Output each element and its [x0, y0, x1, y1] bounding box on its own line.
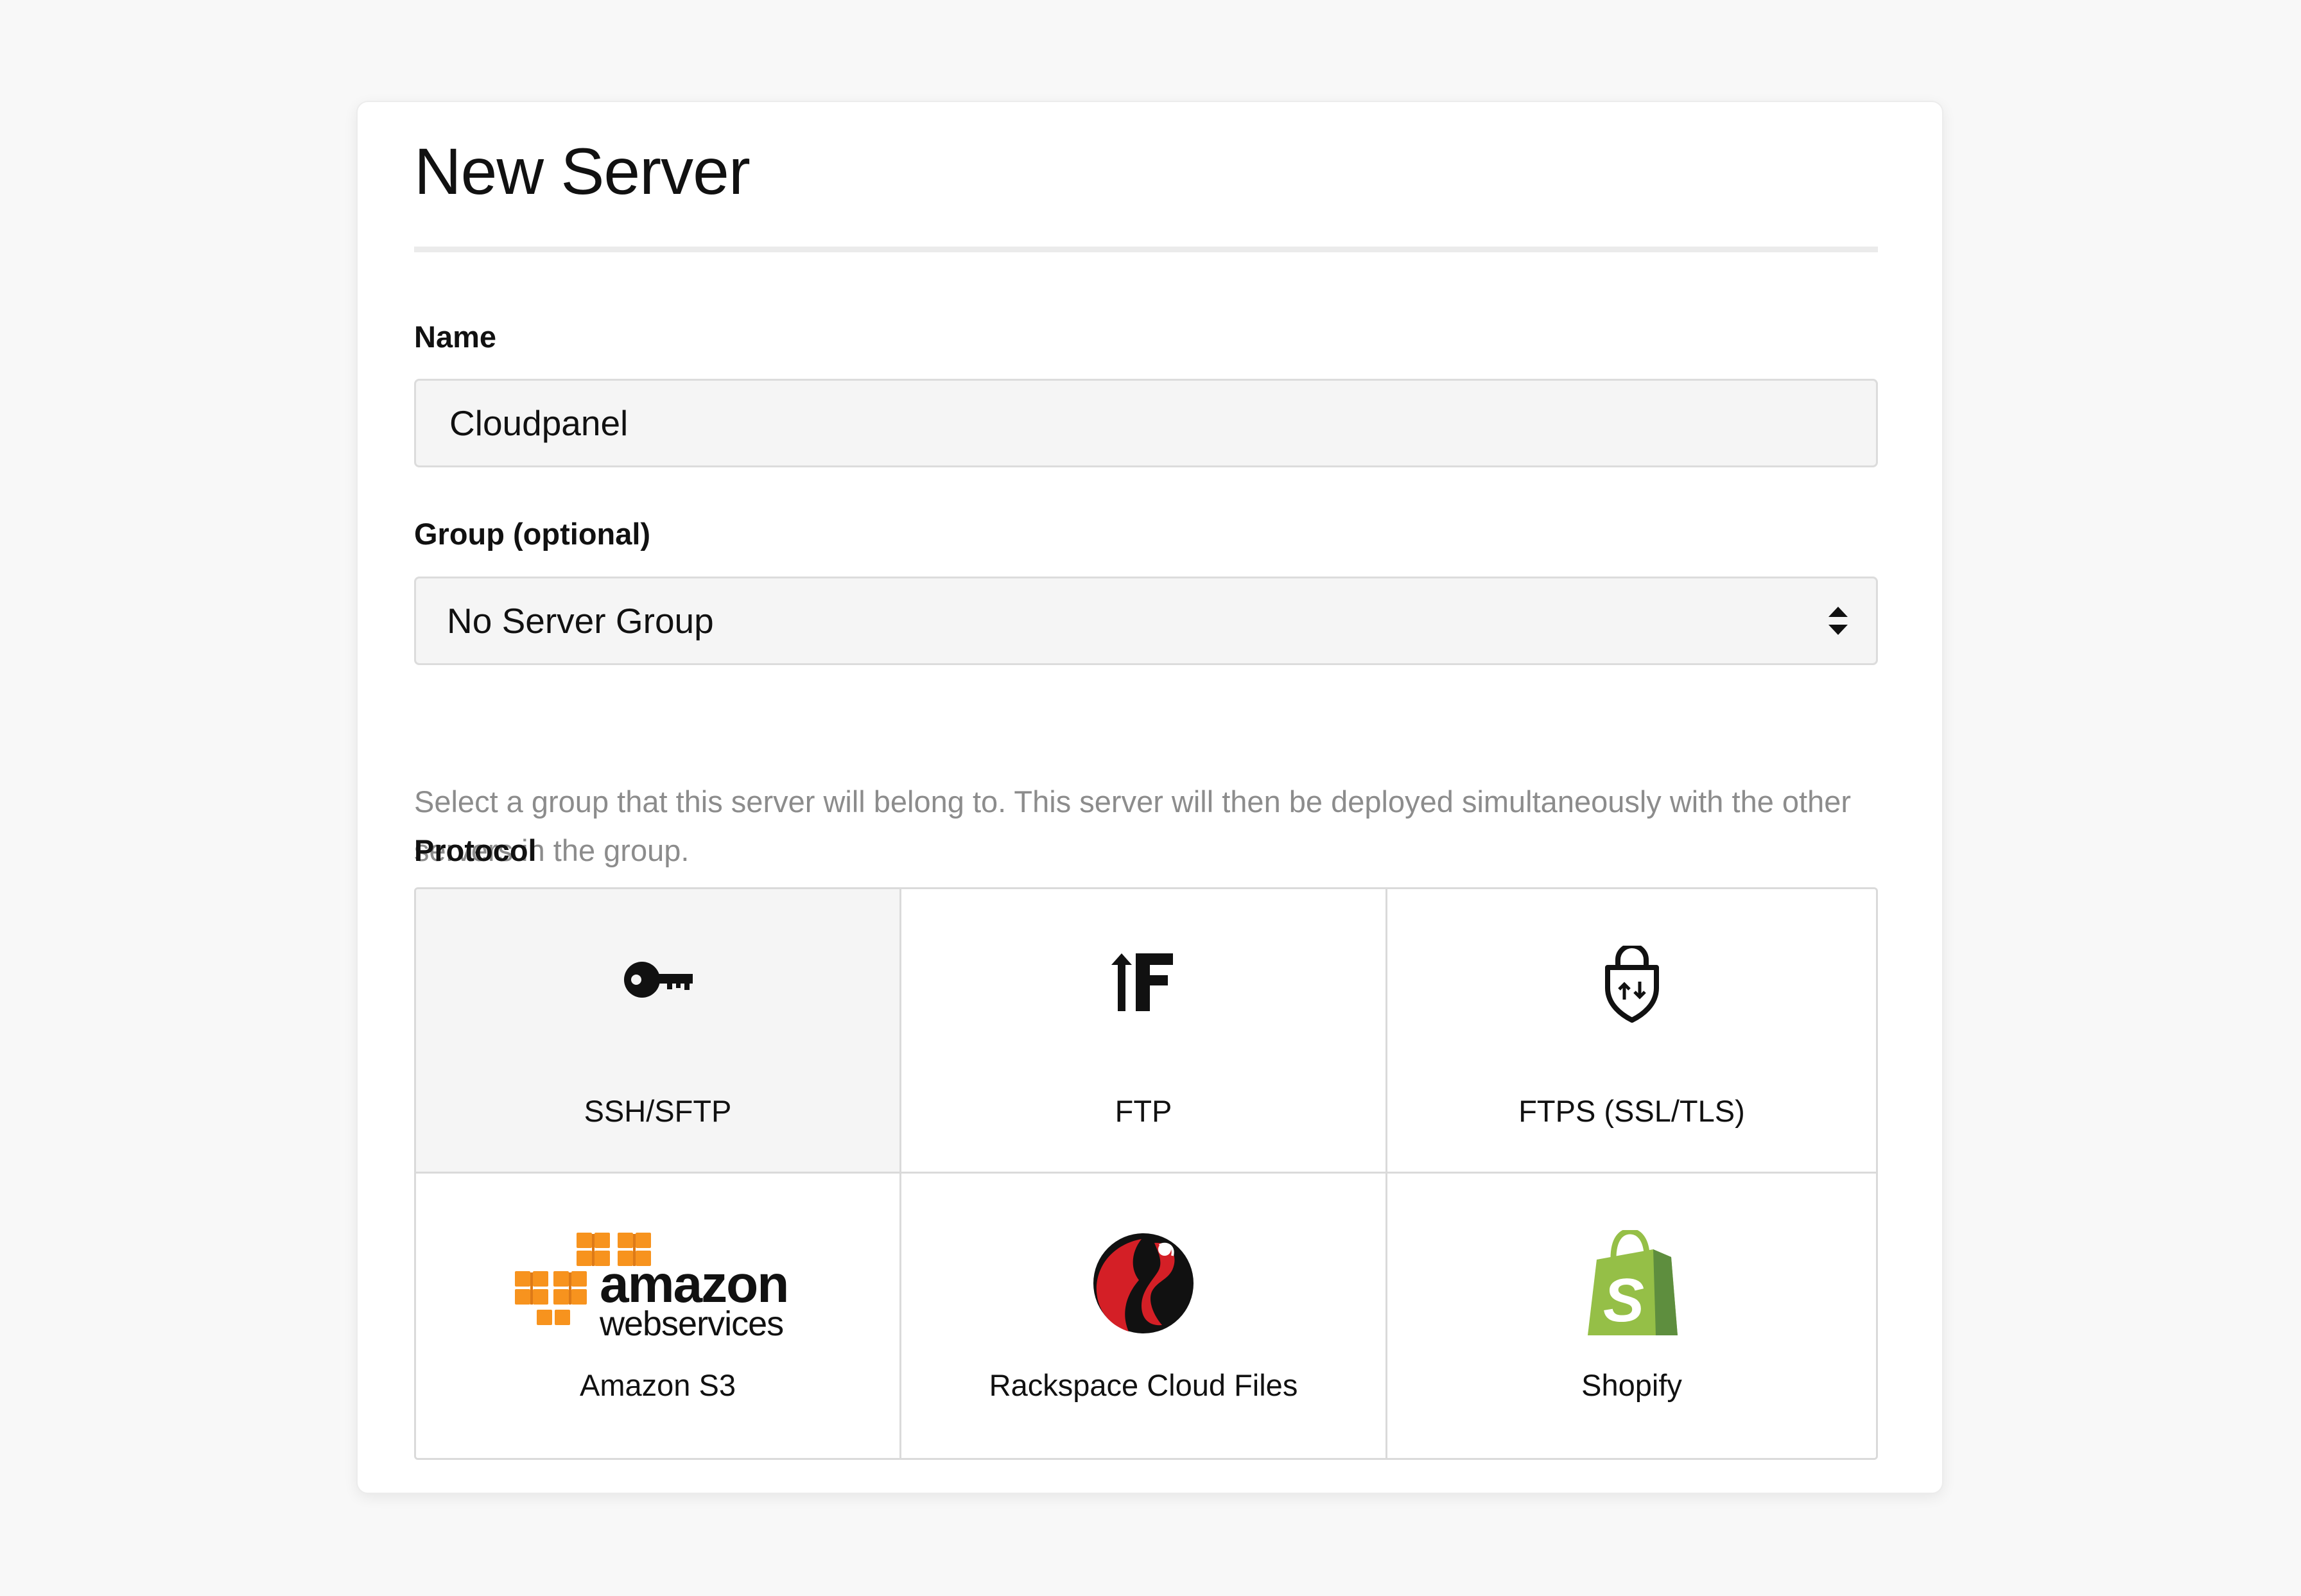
name-input-value: Cloudpanel — [449, 403, 629, 443]
protocol-label-rackspace: Rackspace Cloud Files — [989, 1368, 1298, 1402]
group-select-value: No Server Group — [447, 601, 714, 641]
svg-text:webservices: webservices — [599, 1305, 783, 1340]
protocol-option-ftp[interactable]: FTP — [901, 889, 1387, 1174]
protocol-label-ssh-sftp: SSH/SFTP — [584, 1094, 732, 1128]
protocol-label-amazon-s3: Amazon S3 — [580, 1368, 736, 1402]
svg-text:S: S — [1603, 1266, 1644, 1335]
page-title: New Server — [414, 135, 751, 208]
protocol-option-rackspace[interactable]: Rackspace Cloud Files — [901, 1174, 1387, 1458]
amazon-web-services-logo: amazon webservices — [514, 1233, 789, 1340]
key-icon — [623, 962, 693, 998]
protocol-option-amazon-s3[interactable]: amazon webservices Amazon S3 — [416, 1174, 901, 1458]
ftp-upload-icon — [1111, 953, 1173, 1011]
protocol-option-ssh-sftp[interactable]: SSH/SFTP — [416, 889, 901, 1174]
protocol-grid: SSH/SFTP FTP FTPS (SSL/TLS) amazon webse… — [414, 887, 1878, 1460]
name-label: Name — [414, 320, 497, 354]
group-select[interactable]: No Server Group — [414, 577, 1878, 665]
title-divider — [414, 247, 1878, 252]
shopify-bag-logo: S — [1587, 1230, 1678, 1335]
shield-lock-icon — [1604, 946, 1659, 1023]
group-label: Group (optional) — [414, 517, 651, 551]
protocol-label: Protocol — [414, 833, 537, 867]
protocol-label-ftps: FTPS (SSL/TLS) — [1518, 1094, 1745, 1128]
new-server-card: New Server Name Cloudpanel Group (option… — [356, 101, 1943, 1494]
protocol-option-ftps[interactable]: FTPS (SSL/TLS) — [1387, 889, 1876, 1174]
select-arrows-icon — [1828, 607, 1848, 635]
rackspace-logo — [1093, 1233, 1194, 1333]
group-help-text: Select a group that this server will bel… — [414, 785, 1852, 867]
protocol-option-shopify[interactable]: S Shopify — [1387, 1174, 1876, 1458]
protocol-label-ftp: FTP — [1115, 1094, 1172, 1128]
name-input[interactable]: Cloudpanel — [414, 379, 1878, 467]
protocol-label-shopify: Shopify — [1581, 1368, 1682, 1402]
